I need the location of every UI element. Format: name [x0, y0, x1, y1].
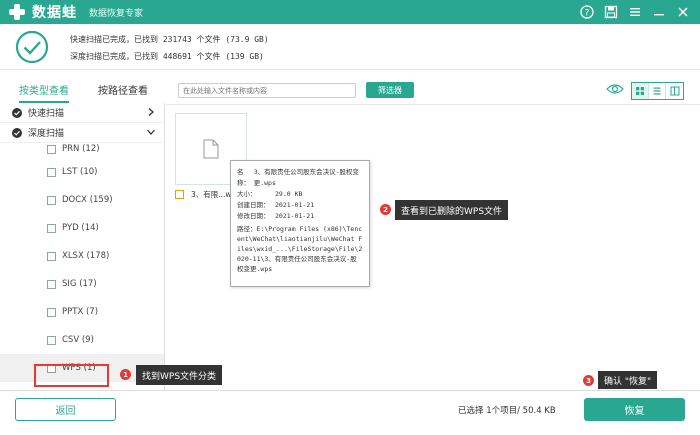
category-pptx[interactable]: PPTX (7)	[0, 298, 164, 326]
category-checkbox[interactable]	[47, 251, 56, 261]
category-lst[interactable]: LST (10)	[0, 158, 164, 186]
step-badge-3: 3	[583, 375, 594, 386]
check-dot-icon	[12, 127, 22, 138]
check-dot-icon	[12, 107, 22, 118]
tooltip-modified-value: 2021-01-21	[275, 212, 315, 220]
minimize-icon[interactable]	[650, 3, 668, 21]
file-type-list: PRN (12) LST (10) DOCX (159) PYD (14) XL…	[0, 140, 164, 382]
step-badge-1: 1	[120, 369, 131, 380]
eye-icon[interactable]	[606, 83, 624, 98]
filter-button[interactable]: 筛选器	[366, 82, 414, 98]
close-icon[interactable]	[674, 3, 692, 21]
category-checkbox[interactable]	[47, 167, 56, 177]
callout-view-deleted: 查看到已删除的WPS文件	[395, 200, 509, 220]
view-tabs: 按类型查看 按路径查看	[0, 85, 165, 103]
app-logo: 数据蛙 数据恢复专家	[8, 2, 143, 22]
search-input[interactable]	[183, 86, 343, 95]
wps-highlight-box	[34, 364, 109, 387]
category-csv[interactable]: CSV (9)	[0, 326, 164, 354]
view-mode-switcher	[631, 82, 684, 100]
category-checkbox[interactable]	[47, 279, 56, 289]
app-name: 数据蛙	[32, 5, 77, 21]
category-checkbox[interactable]	[47, 223, 56, 233]
category-label: DOCX (159)	[62, 195, 113, 205]
help-icon[interactable]: ?	[578, 3, 596, 21]
category-prn[interactable]: PRN (12)	[0, 140, 164, 158]
category-checkbox[interactable]	[47, 307, 56, 317]
category-label: LST (10)	[62, 167, 98, 177]
category-label: SIG (17)	[62, 279, 97, 289]
menu-icon[interactable]	[626, 3, 644, 21]
tooltip-path-key: 路径：	[237, 225, 257, 233]
quick-scan-label: 快速扫描	[28, 109, 65, 119]
tooltip-created-value: 2021-01-21	[275, 201, 315, 209]
toolbar-divider	[166, 104, 700, 105]
tooltip-name-value: 3、有限责任公司股东会决议-股权变更.wps	[253, 168, 360, 187]
category-label: PRN (12)	[62, 144, 100, 154]
tooltip-size-key: 大小：	[237, 190, 257, 198]
chevron-down-icon[interactable]	[146, 127, 156, 140]
category-label: PPTX (7)	[62, 307, 99, 317]
category-checkbox[interactable]	[47, 195, 56, 205]
category-label: XLSX (178)	[62, 251, 110, 261]
save-icon[interactable]	[602, 3, 620, 21]
tooltip-size-value: 29.0 KB	[275, 190, 303, 198]
category-label: PYD (14)	[62, 223, 99, 233]
step-badge-2: 2	[380, 204, 391, 215]
file-info-tooltip: 名称： 3、有限责任公司股东会决议-股权变更.wps 大小： 29.0 KB 创…	[230, 160, 370, 287]
callout-confirm-recover: 确认 "恢复"	[598, 371, 658, 389]
scan-status-area: 快速扫描已完成，已找到 231743 个文件 (73.9 GB) 深度扫描已完成…	[0, 24, 700, 70]
grid-view-icon[interactable]	[632, 83, 649, 99]
tab-by-type[interactable]: 按类型查看	[19, 85, 69, 103]
app-subtitle: 数据恢复专家	[89, 8, 144, 19]
tooltip-modified-key: 修改日期：	[237, 212, 270, 220]
category-pyd[interactable]: PYD (14)	[0, 214, 164, 242]
search-bar[interactable]	[178, 83, 356, 98]
tab-by-path[interactable]: 按路径查看	[98, 85, 148, 103]
document-icon	[203, 139, 219, 159]
list-view-icon[interactable]	[649, 83, 666, 99]
detail-view-icon[interactable]	[666, 83, 683, 99]
back-button[interactable]: 返回	[15, 398, 116, 421]
tooltip-name-key: 名称：	[237, 168, 250, 187]
deep-scan-status: 深度扫描已完成，已找到 448691 个文件 (139 GB)	[70, 52, 264, 61]
quick-scan-section[interactable]: 快速扫描	[0, 103, 164, 123]
category-xlsx[interactable]: XLSX (178)	[0, 242, 164, 270]
deep-scan-label: 深度扫描	[28, 129, 65, 139]
category-checkbox[interactable]	[47, 144, 56, 154]
category-sidebar: 快速扫描 深度扫描 PRN (12) LST (10) DOCX (159) P…	[0, 103, 165, 390]
file-checkbox[interactable]	[175, 190, 184, 199]
selection-info: 已选择 1个项目/ 50.4 KB	[458, 406, 556, 416]
recover-button[interactable]: 恢复	[584, 398, 685, 421]
callout-find-wps: 找到WPS文件分类	[136, 365, 223, 385]
tooltip-path-value: E:\Program Files (x86)\Tencent\WeChat\li…	[237, 225, 363, 273]
quick-scan-status: 快速扫描已完成，已找到 231743 个文件 (73.9 GB)	[70, 35, 269, 44]
category-label: CSV (9)	[62, 335, 94, 345]
svg-text:?: ?	[585, 9, 590, 19]
category-docx[interactable]: DOCX (159)	[0, 186, 164, 214]
chevron-right-icon[interactable]	[146, 107, 156, 120]
tooltip-created-key: 创建日期：	[237, 201, 270, 209]
footer-bar: 返回 已选择 1个项目/ 50.4 KB 恢复	[0, 390, 700, 435]
scan-complete-check-icon	[15, 30, 49, 67]
category-sig[interactable]: SIG (17)	[0, 270, 164, 298]
category-checkbox[interactable]	[47, 335, 56, 345]
logo-cross-icon	[8, 3, 26, 21]
title-bar: 数据蛙 数据恢复专家 ?	[0, 0, 700, 24]
